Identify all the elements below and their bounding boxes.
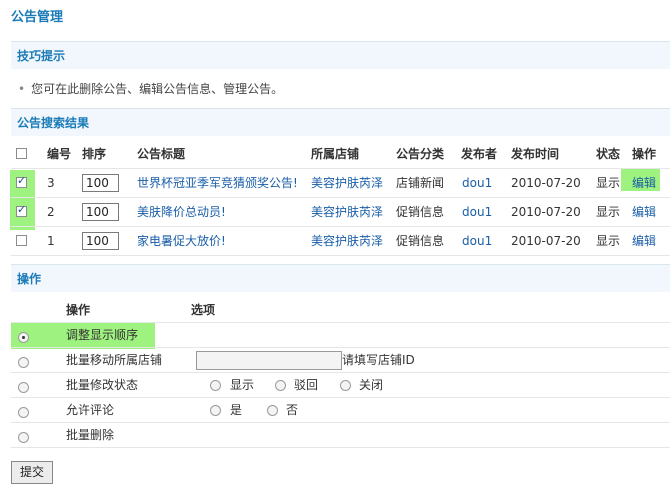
col-publisher: 发布者 <box>461 147 498 161</box>
tips-text: 您可在此删除公告、编辑公告信息、管理公告。 <box>31 82 284 96</box>
select-all-checkbox[interactable] <box>16 148 27 159</box>
notice-title-link[interactable]: 世界杯冠亚季军竞猜颁奖公告! <box>137 169 298 197</box>
col-id: 编号 <box>47 147 72 161</box>
row-category: 促销信息 <box>396 234 445 248</box>
page-title: 公告管理 <box>11 10 64 25</box>
comment-option: 否 <box>286 403 299 417</box>
operations-header-row: 操作 选项 <box>11 298 670 323</box>
edit-link[interactable]: 编辑 <box>632 198 656 226</box>
status-option: 驳回 <box>294 378 319 392</box>
operation-label: 批量移动所属店铺 <box>66 353 163 367</box>
operation-option[interactable]: 批量修改状态 显示 驳回 关闭 <box>11 373 670 398</box>
row-date: 2010-07-20 <box>511 205 581 219</box>
publisher-link[interactable]: dou1 <box>462 227 492 255</box>
status-option: 关闭 <box>359 378 384 392</box>
row-checkbox[interactable] <box>16 203 27 217</box>
sort-input[interactable] <box>82 203 119 221</box>
operation-option[interactable]: 调整显示顺序 <box>11 323 670 348</box>
row-status: 显示 <box>596 176 621 190</box>
allow-comment-no-radio[interactable] <box>267 405 278 416</box>
tips-text-line: • 您可在此删除公告、编辑公告信息、管理公告。 <box>18 80 283 97</box>
row-checkbox[interactable] <box>16 174 27 188</box>
edit-link[interactable]: 编辑 <box>632 169 656 197</box>
operation-label: 允许评论 <box>66 403 115 417</box>
results-header: 公告搜索结果 <box>11 108 670 136</box>
edit-link[interactable]: 编辑 <box>632 227 656 255</box>
row-status: 显示 <box>596 234 621 248</box>
table-header: 编号 排序 公告标题 所属店铺 公告分类 发布者 发布时间 状态 操作 <box>11 140 670 169</box>
status-close-radio[interactable] <box>340 380 351 391</box>
table-row: 1 家电暑促大放价! 美容护肤芮泽 促销信息 dou1 2010-07-20 显… <box>11 227 670 256</box>
shop-link[interactable]: 美容护肤芮泽 <box>311 169 383 197</box>
operation-option[interactable]: 批量删除 <box>11 423 670 448</box>
radio-button[interactable] <box>18 382 29 393</box>
row-category: 店铺新闻 <box>396 176 445 190</box>
submit-button[interactable]: 提交 <box>11 461 53 484</box>
status-option: 显示 <box>230 378 255 392</box>
operation-label: 批量删除 <box>66 428 115 442</box>
col-shop: 所属店铺 <box>311 147 360 161</box>
notice-title-link[interactable]: 美肤降价总动员! <box>137 198 226 226</box>
row-id: 2 <box>47 205 55 219</box>
sort-input[interactable] <box>82 174 119 192</box>
radio-button[interactable] <box>18 357 29 368</box>
table-row: 2 美肤降价总动员! 美容护肤芮泽 促销信息 dou1 2010-07-20 显… <box>11 198 670 227</box>
shop-id-input[interactable] <box>196 351 342 370</box>
col-operation: 操作 <box>66 303 91 317</box>
operation-label: 批量修改状态 <box>66 378 139 392</box>
shop-link[interactable]: 美容护肤芮泽 <box>311 198 383 226</box>
sort-input[interactable] <box>82 232 119 250</box>
col-options: 选项 <box>191 303 216 317</box>
notice-title-link[interactable]: 家电暑促大放价! <box>137 227 226 255</box>
col-category: 公告分类 <box>396 147 445 161</box>
operation-option[interactable]: 允许评论 是 否 <box>11 398 670 423</box>
radio-button[interactable] <box>18 432 29 443</box>
row-category: 促销信息 <box>396 205 445 219</box>
status-show-radio[interactable] <box>210 380 221 391</box>
bullet-icon: • <box>18 82 26 96</box>
row-id: 1 <box>47 234 55 248</box>
operation-label: 调整显示顺序 <box>66 328 139 342</box>
tips-header: 技巧提示 <box>11 41 670 69</box>
radio-button[interactable] <box>18 332 29 343</box>
radio-button[interactable] <box>18 407 29 418</box>
col-title: 公告标题 <box>137 147 186 161</box>
row-date: 2010-07-20 <box>511 234 581 248</box>
publisher-link[interactable]: dou1 <box>462 169 492 197</box>
shop-id-hint: 请填写店铺ID <box>342 353 415 367</box>
status-reject-radio[interactable] <box>275 380 286 391</box>
row-id: 3 <box>47 176 55 190</box>
operation-option[interactable]: 批量移动所属店铺 请填写店铺ID <box>11 348 670 373</box>
operations-header: 操作 <box>11 264 670 292</box>
col-date: 发布时间 <box>511 147 560 161</box>
col-action: 操作 <box>632 147 657 161</box>
publisher-link[interactable]: dou1 <box>462 198 492 226</box>
col-status: 状态 <box>596 147 621 161</box>
row-checkbox[interactable] <box>16 235 27 246</box>
col-sort: 排序 <box>82 147 107 161</box>
comment-option: 是 <box>230 403 243 417</box>
shop-link[interactable]: 美容护肤芮泽 <box>311 227 383 255</box>
allow-comment-yes-radio[interactable] <box>210 405 221 416</box>
table-row: 3 世界杯冠亚季军竞猜颁奖公告! 美容护肤芮泽 店铺新闻 dou1 2010-0… <box>11 169 670 198</box>
row-status: 显示 <box>596 205 621 219</box>
row-date: 2010-07-20 <box>511 176 581 190</box>
